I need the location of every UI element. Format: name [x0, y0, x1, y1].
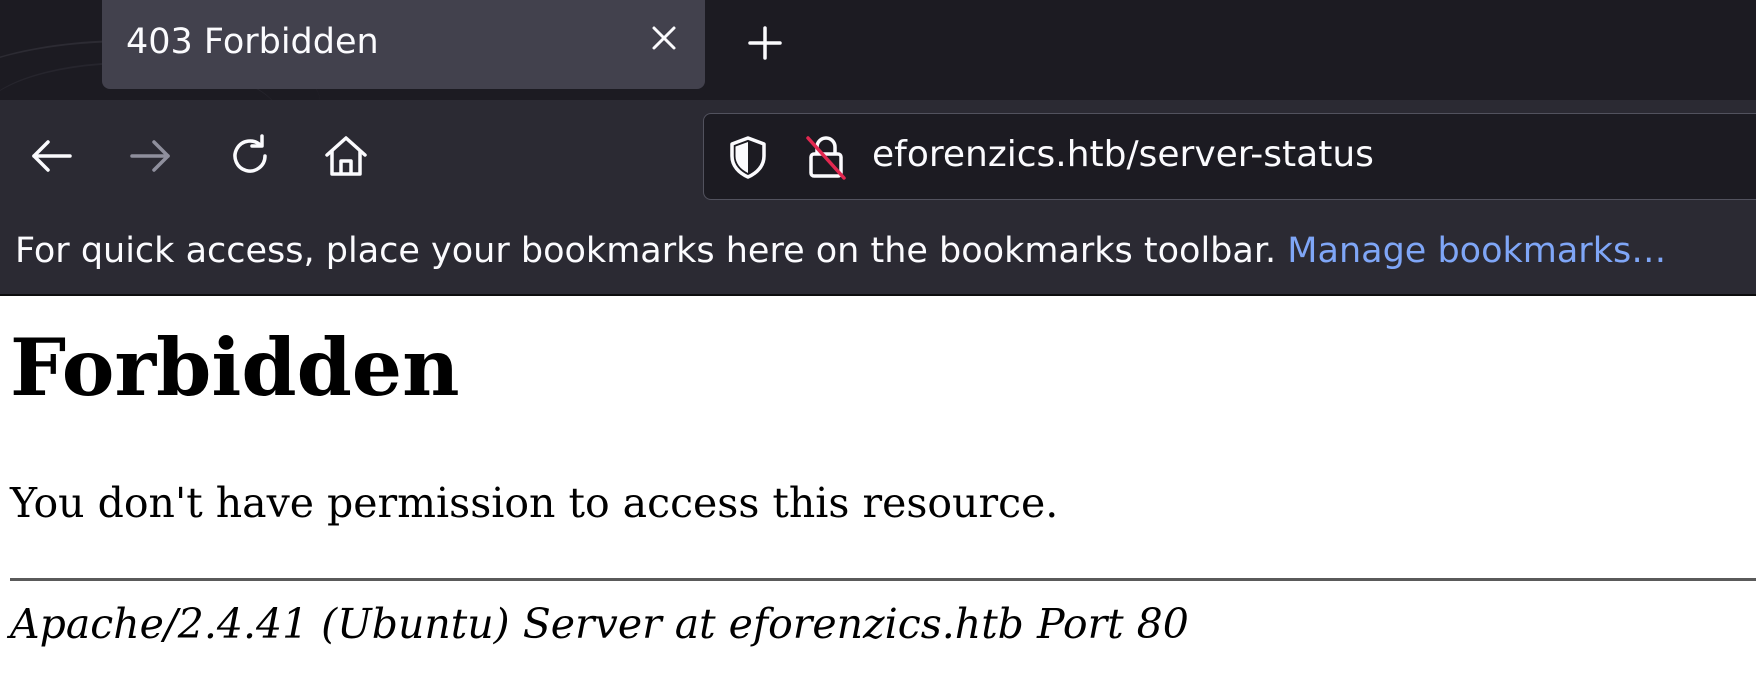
- browser-window: 403 Forbidden eforenzics.htb/server-stat…: [0, 0, 1756, 687]
- page-content: Forbidden You don't have permission to a…: [0, 296, 1756, 687]
- reload-icon[interactable]: [224, 130, 276, 182]
- plus-icon[interactable]: [742, 20, 788, 66]
- error-message: You don't have permission to access this…: [10, 479, 1059, 527]
- divider: [10, 578, 1756, 581]
- insecure-lock-icon[interactable]: [804, 132, 848, 182]
- shield-icon[interactable]: [726, 134, 770, 180]
- bookmarks-toolbar-message: For quick access, place your bookmarks h…: [15, 231, 1666, 271]
- server-signature: Apache/2.4.41 (Ubuntu) Server at eforenz…: [10, 600, 1189, 648]
- bookmarks-hint-text: For quick access, place your bookmarks h…: [15, 231, 1277, 271]
- arrow-right-icon[interactable]: [124, 130, 176, 182]
- navigation-toolbar: eforenzics.htb/server-status: [0, 100, 1756, 213]
- home-icon[interactable]: [320, 130, 372, 182]
- manage-bookmarks-link[interactable]: Manage bookmarks…: [1287, 231, 1666, 271]
- url-text[interactable]: eforenzics.htb/server-status: [872, 134, 1374, 175]
- tab-strip: 403 Forbidden: [0, 0, 1756, 100]
- arrow-left-icon[interactable]: [26, 130, 78, 182]
- url-bar[interactable]: eforenzics.htb/server-status: [703, 113, 1756, 200]
- close-icon[interactable]: [642, 16, 686, 60]
- tab-active[interactable]: 403 Forbidden: [102, 0, 705, 89]
- page-title: Forbidden: [10, 321, 460, 414]
- tab-title: 403 Forbidden: [126, 22, 379, 62]
- bookmarks-toolbar: For quick access, place your bookmarks h…: [0, 213, 1756, 296]
